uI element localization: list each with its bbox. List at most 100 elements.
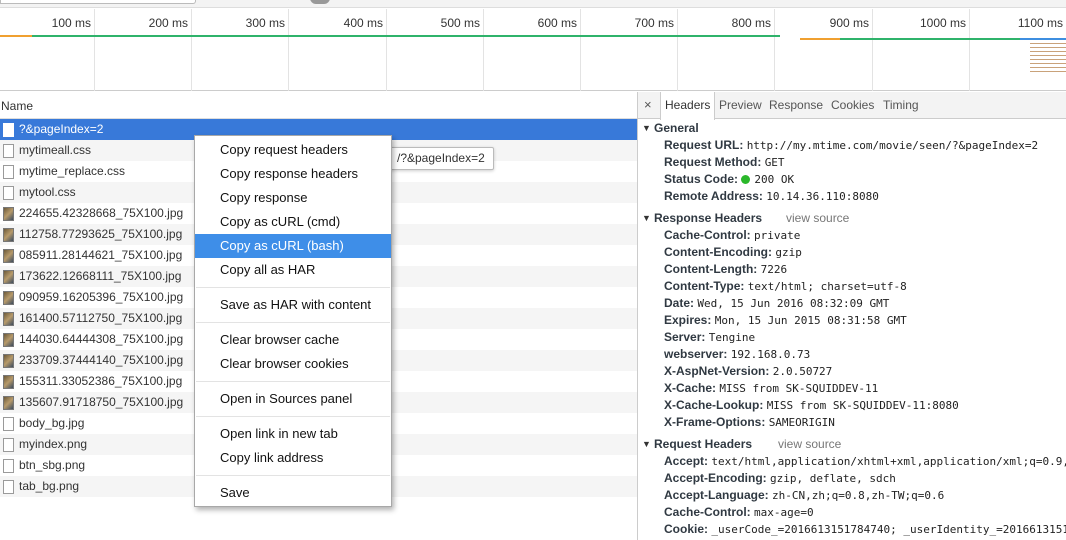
- menu-item-copy-response[interactable]: Copy response: [195, 186, 391, 210]
- tab-cookies[interactable]: Cookies: [831, 92, 874, 119]
- triangle-down-icon: ▼: [642, 439, 651, 449]
- request-method-row: Request Method: GET: [664, 155, 785, 169]
- triangle-down-icon: ▼: [642, 213, 651, 223]
- tab-headers[interactable]: Headers: [660, 92, 716, 120]
- general-section-header[interactable]: ▼ General: [638, 120, 1066, 137]
- header-row: Content-Length: 7226: [638, 261, 1066, 278]
- menu-item-copy-link-address[interactable]: Copy link address: [195, 446, 391, 470]
- image-file-icon: [3, 312, 14, 326]
- timeline-gridline: [191, 9, 192, 91]
- header-name: X-Frame-Options:: [664, 415, 766, 429]
- timeline-bar-orange: [0, 35, 32, 37]
- timeline-bar-green: [32, 35, 780, 37]
- header-name: Cache-Control:: [664, 228, 751, 242]
- menu-separator: [196, 322, 390, 323]
- header-name: Date:: [664, 296, 695, 310]
- menu-item-copy-response-headers[interactable]: Copy response headers: [195, 162, 391, 186]
- image-file-icon: [3, 249, 14, 263]
- document-file-icon: [3, 144, 14, 158]
- request-name: 155311.33052386_75X100.jpg: [19, 374, 183, 388]
- menu-item-clear-browser-cookies[interactable]: Clear browser cookies: [195, 352, 391, 376]
- header-value: text/html; charset=utf-8: [747, 280, 907, 293]
- menu-item-open-in-sources-panel[interactable]: Open in Sources panel: [195, 387, 391, 411]
- timeline-stack: [1030, 43, 1066, 75]
- menu-item-copy-request-headers[interactable]: Copy request headers: [195, 138, 391, 162]
- response-view-source-link[interactable]: view source: [786, 210, 849, 227]
- header-name: Accept-Encoding:: [664, 471, 767, 485]
- menu-separator: [196, 475, 390, 476]
- request-view-source-link[interactable]: view source: [778, 436, 841, 453]
- document-file-icon: [3, 417, 14, 431]
- header-row: Accept: text/html,application/xhtml+xml,…: [638, 453, 1066, 470]
- timeline-tick-label: 1000 ms: [919, 16, 966, 30]
- document-file-icon: [3, 480, 14, 494]
- request-name: myindex.png: [19, 437, 88, 451]
- header-row: Server: Tengine: [638, 329, 1066, 346]
- context-menu[interactable]: Copy request headers Copy response header…: [194, 135, 392, 507]
- header-value: _userCode_=2016613151784740; _userIdenti…: [711, 523, 1066, 536]
- header-value: 2.0.50727: [772, 365, 833, 378]
- menu-item-copy-as-curl-bash[interactable]: Copy as cURL (bash): [195, 234, 391, 258]
- request-details-pane: × Headers Preview Response Cookies Timin…: [638, 92, 1066, 540]
- request-name: tab_bg.png: [19, 479, 80, 493]
- menu-item-clear-browser-cache[interactable]: Clear browser cache: [195, 328, 391, 352]
- timeline-gridline: [774, 9, 775, 91]
- header-name: X-Cache:: [664, 381, 717, 395]
- status-dot-icon: [741, 175, 751, 184]
- document-file-icon: [3, 123, 14, 137]
- header-row: webserver: 192.168.0.73: [638, 346, 1066, 363]
- menu-item-open-link-in-new-tab[interactable]: Open link in new tab: [195, 422, 391, 446]
- header-name: Accept-Language:: [664, 488, 769, 502]
- timeline-tick-label: 100 ms: [51, 16, 91, 30]
- response-headers-section-header[interactable]: ▼ Response Headers view source: [638, 210, 1066, 227]
- header-name: Server:: [664, 330, 706, 344]
- menu-item-copy-as-curl-cmd[interactable]: Copy as cURL (cmd): [195, 210, 391, 234]
- devtools-top-strip: [0, 0, 1066, 8]
- header-name: X-Cache-Lookup:: [664, 398, 764, 412]
- toolbar-toggle[interactable]: [310, 0, 330, 4]
- header-row: Date: Wed, 15 Jun 2016 08:32:09 GMT: [638, 295, 1066, 312]
- request-headers-section-header[interactable]: ▼ Request Headers view source: [638, 436, 1066, 453]
- request-name: 085911.28144621_75X100.jpg: [19, 248, 183, 262]
- timeline-gridline: [386, 9, 387, 91]
- request-name: 144030.64444308_75X100.jpg: [19, 332, 184, 346]
- header-value: Wed, 15 Jun 2016 08:32:09 GMT: [697, 297, 890, 310]
- image-file-icon: [3, 396, 14, 410]
- image-file-icon: [3, 375, 14, 389]
- header-value: max-age=0: [754, 506, 814, 519]
- timeline-bar-blue: [1020, 38, 1066, 40]
- request-url-row: Request URL: http://my.mtime.com/movie/s…: [664, 138, 1039, 152]
- timeline-overview[interactable]: 100 ms 200 ms 300 ms 400 ms 500 ms 600 ms 700 …: [0, 9, 1066, 91]
- request-name: mytool.css: [19, 185, 76, 199]
- header-value: Tengine: [708, 331, 756, 344]
- header-row: Expires: Mon, 15 Jun 2015 08:31:58 GMT: [638, 312, 1066, 329]
- menu-item-copy-all-as-har[interactable]: Copy all as HAR: [195, 258, 391, 282]
- timeline-gridline: [872, 9, 873, 91]
- filter-field[interactable]: [0, 0, 196, 4]
- tab-preview[interactable]: Preview: [719, 92, 762, 119]
- tab-timing[interactable]: Timing: [883, 92, 919, 119]
- document-file-icon: [3, 438, 14, 452]
- header-value: private: [754, 229, 801, 242]
- header-row: Content-Type: text/html; charset=utf-8: [638, 278, 1066, 295]
- timeline-tick-label: 900 ms: [829, 16, 869, 30]
- triangle-down-icon: ▼: [642, 123, 651, 133]
- menu-separator: [196, 381, 390, 382]
- header-value: Mon, 15 Jun 2015 08:31:58 GMT: [714, 314, 907, 327]
- timeline-tick-label: 400 ms: [343, 16, 383, 30]
- menu-item-save-as-har-with-content[interactable]: Save as HAR with content: [195, 293, 391, 317]
- close-icon[interactable]: ×: [644, 97, 652, 112]
- name-column-header[interactable]: Name: [1, 99, 33, 113]
- tab-response[interactable]: Response: [769, 92, 823, 119]
- header-value: MISS from SK-SQUIDDEV-11:8080: [766, 399, 959, 412]
- request-name: btn_sbg.png: [19, 458, 86, 472]
- header-name: X-AspNet-Version:: [664, 364, 770, 378]
- header-value: 192.168.0.73: [730, 348, 811, 361]
- menu-item-save[interactable]: Save: [195, 481, 391, 505]
- tooltip: /?&pageIndex=2: [388, 147, 494, 170]
- request-name: 112758.77293625_75X100.jpg: [19, 227, 183, 241]
- timeline-bar-orange-2: [800, 38, 840, 40]
- timeline-gridline: [94, 9, 95, 91]
- request-list-header[interactable]: Name: [0, 92, 637, 119]
- request-name: body_bg.jpg: [19, 416, 85, 430]
